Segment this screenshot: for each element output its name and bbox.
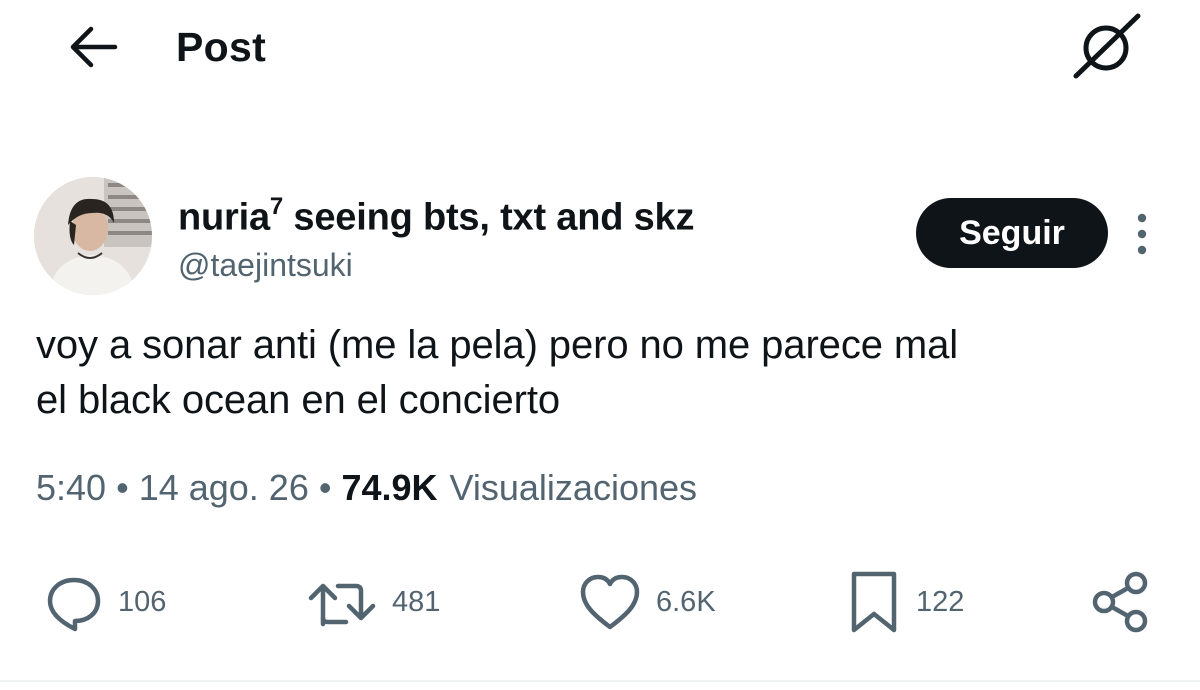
retweet-icon	[308, 583, 376, 627]
author-handle[interactable]: @taejintsuki	[178, 244, 353, 286]
back-button[interactable]	[60, 22, 126, 72]
bookmark-icon	[851, 571, 897, 633]
divider	[0, 680, 1200, 682]
bookmark-count: 122	[916, 585, 965, 618]
avatar[interactable]	[34, 177, 152, 295]
grok-icon	[1073, 13, 1141, 79]
tweet-meta: 5:40 • 14 ago. 26 • 74.9K Visualizacione…	[36, 464, 697, 512]
display-name-superscript: 7	[269, 193, 284, 220]
reply-count: 106	[118, 585, 167, 618]
follow-button[interactable]: Seguir	[916, 198, 1108, 268]
tweet-text-line: el black ocean en el concierto	[36, 378, 560, 422]
page-title: Post	[176, 24, 267, 70]
views-label[interactable]: Visualizaciones	[450, 464, 697, 512]
share-button[interactable]	[1088, 566, 1158, 638]
tweet-text-line: voy a sonar anti (me la pela) pero no me…	[36, 323, 959, 367]
reply-icon	[47, 577, 101, 632]
reply-button[interactable]: 106	[44, 566, 166, 638]
retweet-button[interactable]: 481	[306, 566, 440, 638]
meta-separator: •	[318, 467, 332, 508]
views-count[interactable]: 74.9K	[341, 464, 437, 512]
bookmark-button[interactable]: 122	[846, 566, 964, 638]
more-vertical-icon	[1137, 213, 1147, 255]
tweet-date[interactable]: 14 ago. 26	[139, 464, 309, 512]
like-button[interactable]: 6.6K	[578, 566, 716, 638]
more-options-button[interactable]	[1122, 206, 1162, 262]
display-name-rest: seeing bts, txt and skz	[283, 196, 695, 239]
tweet-time[interactable]: 5:40	[36, 464, 106, 512]
retweet-count: 481	[392, 585, 441, 618]
meta-separator: •	[116, 467, 129, 508]
author-display-name[interactable]: nuria7 seeing bts, txt and skz	[178, 186, 694, 241]
grok-button[interactable]	[1066, 12, 1146, 82]
tweet-text: voy a sonar anti (me la pela) pero no me…	[36, 318, 1166, 428]
share-icon	[1092, 571, 1148, 633]
display-name-part: nuria	[178, 196, 270, 239]
avatar-image	[34, 177, 152, 295]
post-page: Post nuria7 seeing bts, txt and skz @tae…	[0, 0, 1200, 690]
like-count: 6.6K	[656, 585, 716, 618]
heart-icon	[580, 574, 640, 630]
arrow-left-icon	[70, 26, 118, 68]
